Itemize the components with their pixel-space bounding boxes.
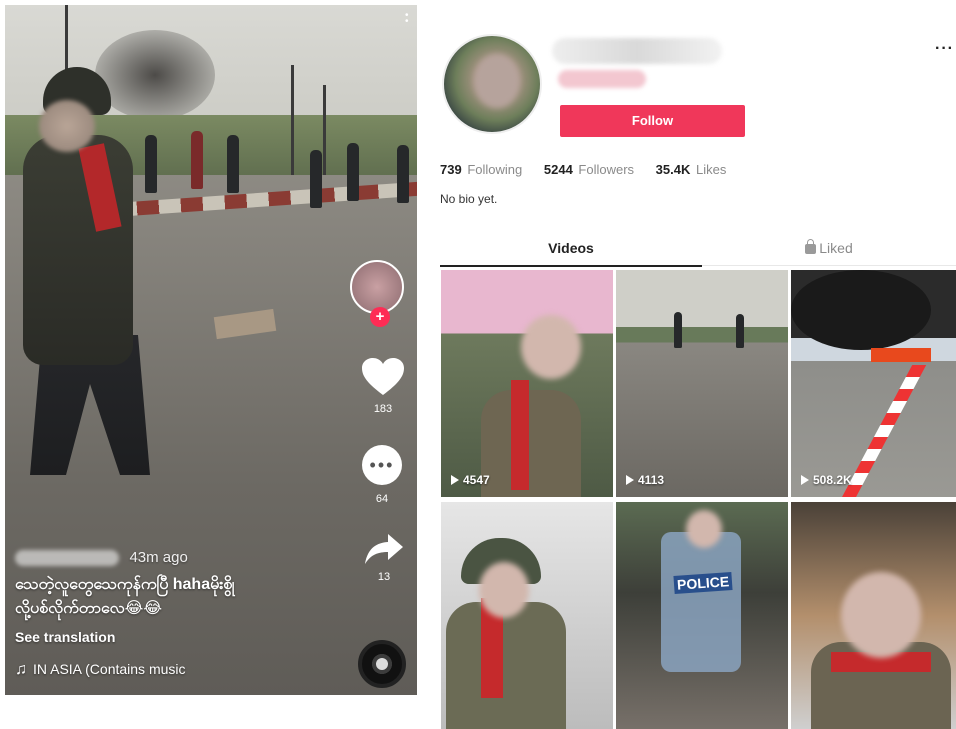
blurred-face [479, 562, 529, 618]
see-translation-link[interactable]: See translation [15, 629, 355, 645]
comment-count: 64 [375, 493, 389, 505]
follow-plus-icon[interactable]: + [370, 307, 390, 327]
username-blurred [558, 70, 646, 88]
music-track[interactable]: ♫ IN ASIA (Contains music [15, 661, 355, 679]
smoke-plume [95, 30, 215, 120]
more-options-icon[interactable]: ··· [935, 40, 954, 58]
soldier-figure [23, 135, 133, 365]
music-note-icon: ♫ [15, 661, 27, 678]
stat-likes: 35.4K Likes [655, 162, 727, 177]
view-count: 4113 [626, 473, 664, 487]
follow-button[interactable]: Follow [560, 105, 745, 137]
video-thumbnail[interactable] [441, 502, 613, 729]
music-disc-icon[interactable] [358, 640, 406, 688]
share-count: 13 [377, 571, 391, 583]
blurred-face [521, 315, 581, 379]
tab-liked-label: Liked [819, 240, 853, 256]
blurred-face [686, 510, 722, 548]
background-person [145, 135, 157, 193]
stat-followers[interactable]: 5244 Followers [544, 162, 634, 177]
post-time: 43m ago [129, 549, 188, 567]
video-thumbnail[interactable]: POLICE [616, 502, 788, 729]
caption-block: 43m ago သေတဲ့လူတွေသေကုန်ကပြီ hahaမိုးစွိ… [15, 549, 355, 679]
background-person [674, 312, 682, 348]
background-person [227, 135, 239, 193]
utility-pole [323, 85, 326, 175]
play-icon [626, 475, 634, 485]
blurred-face [39, 100, 95, 152]
profile-page: Follow ··· 739 Following 5244 Followers … [430, 0, 956, 729]
play-icon [801, 475, 809, 485]
caption-line-1: သေတဲ့လူတွေသေကုန်ကပြီ hahaမိုးစွို [15, 576, 235, 593]
caption-line-2: လို့ပစ်လိုက်တာလေ😂😂 [15, 600, 163, 617]
blurred-face [841, 572, 921, 658]
video-thumbnail[interactable] [791, 502, 956, 729]
video-thumbnail[interactable]: 4113 [616, 270, 788, 497]
comment-icon[interactable]: ••• [362, 445, 402, 485]
person-figure [446, 602, 566, 729]
view-count: 4547 [451, 473, 490, 487]
background-person [397, 145, 409, 203]
video-thumbnail[interactable]: 4547 [441, 270, 613, 497]
background-person [191, 131, 203, 189]
utility-pole [291, 65, 294, 185]
video-player[interactable]: • • + 183 ••• 64 13 43m ago သေတဲ့လူတွေသေက… [5, 5, 417, 695]
stat-following[interactable]: 739 Following [440, 162, 522, 177]
tab-videos[interactable]: Videos [440, 240, 702, 267]
play-icon [451, 475, 459, 485]
background-person [310, 150, 322, 208]
blurred-face [474, 54, 520, 108]
video-thumbnail[interactable]: 508.2K [791, 270, 956, 497]
display-name-blurred [552, 38, 722, 64]
profile-stats: 739 Following 5244 Followers 35.4K Likes [440, 162, 744, 177]
like-count: 183 [373, 403, 393, 415]
author-row: 43m ago [15, 549, 355, 567]
background-person [736, 314, 744, 348]
lock-icon [805, 239, 817, 254]
more-options-icon[interactable]: • • [405, 11, 409, 27]
share-icon[interactable] [364, 532, 404, 566]
fire [871, 348, 931, 362]
person-figure [481, 390, 581, 497]
tab-liked[interactable]: Liked [702, 239, 956, 266]
view-count: 508.2K [801, 473, 852, 487]
smoke-plume [791, 270, 931, 350]
heart-icon[interactable] [361, 357, 405, 397]
music-track-label: IN ASIA (Contains music [33, 661, 186, 677]
profile-avatar[interactable] [442, 34, 542, 134]
riot-shield [661, 532, 741, 672]
red-scarf [511, 380, 529, 490]
creator-avatar[interactable] [350, 260, 404, 314]
background-person [347, 143, 359, 201]
profile-bio: No bio yet. [440, 192, 498, 206]
author-name-blurred[interactable] [15, 549, 119, 566]
